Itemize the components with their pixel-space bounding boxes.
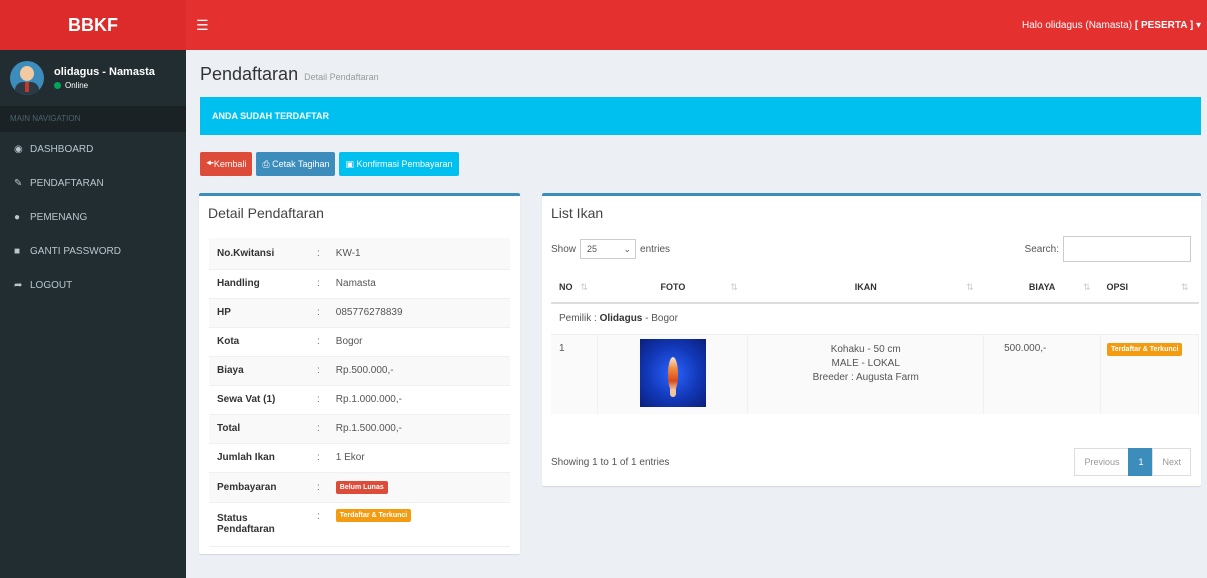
sort-icon: ⇅ (1082, 282, 1091, 292)
pagination-page-1[interactable]: 1 (1128, 448, 1154, 476)
navbar: ☰ Halo olidagus (Namasta) [ PESERTA ] ▾ (186, 0, 1207, 50)
fish-photo-cell (597, 334, 749, 414)
page-title: Pendaftaran (200, 64, 299, 84)
sort-icon: ⇅ (730, 282, 738, 292)
sidebar-item-ganti-password[interactable]: ■ GANTI PASSWORD (0, 234, 186, 268)
detail-box: Detail Pendaftaran No.Kwitansi : KW-1 Ha… (199, 193, 520, 554)
pagination-next[interactable]: Next (1152, 448, 1191, 476)
table-row: Jumlah Ikan : 1 Ekor (209, 443, 510, 473)
avatar (10, 61, 44, 95)
fish-info-cell: Kohaku - 50 cm MALE - LOKAL Breeder : Au… (747, 334, 985, 414)
table-row: Sewa Vat (1) : Rp.1.000.000,- (209, 385, 510, 415)
sort-icon: ⇅ (1180, 282, 1189, 292)
detail-table: No.Kwitansi : KW-1 Handling : Namasta HP… (209, 238, 510, 547)
detail-box-title: Detail Pendaftaran (208, 205, 324, 221)
back-button[interactable]: 🠜 Kembali (200, 152, 253, 176)
table-row: No.Kwitansi : KW-1 (209, 238, 510, 270)
table-row: 1 Kohaku - 50 cm MALE - LOKAL Breeder : … (551, 334, 1199, 414)
page-header: Pendaftaran Detail Pendaftaran (200, 64, 379, 85)
fish-status-badge: Terdaftar & Terkunci (1107, 342, 1183, 356)
fish-photo[interactable] (639, 338, 706, 407)
table-row: Biaya : Rp.500.000,- (209, 356, 510, 386)
top-header: BBKF ☰ Halo olidagus (Namasta) [ PESERTA… (0, 0, 1207, 50)
pagination: Previous 1 Next (1074, 448, 1191, 476)
search-control: Search: (1025, 236, 1191, 262)
user-role: [ PESERTA ] (1134, 19, 1194, 31)
table-row: Pembayaran : Belum Lunas (209, 472, 510, 503)
chevron-down-icon: ⌄ (623, 243, 632, 254)
table-row: HP : 085776278839 (209, 298, 510, 328)
app-logo[interactable]: BBKF (0, 0, 186, 50)
dashboard-icon: ◉ (14, 143, 23, 155)
main-content: Pendaftaran Detail Pendaftaran ANDA SUDA… (186, 50, 1207, 578)
online-status: Online (54, 81, 155, 90)
fish-list-box: List Ikan Show 25 ⌄ entries Search: NO ⇅ … (542, 193, 1201, 486)
showing-info: Showing 1 to 1 of 1 entries (551, 457, 670, 468)
sidebar-item-logout[interactable]: ➦ LOGOUT (0, 268, 186, 302)
sort-icon: ⇅ (580, 282, 588, 292)
share-icon: ➦ (14, 279, 23, 291)
sidebar-item-pendaftaran[interactable]: ✎ PENDAFTARAN (0, 166, 186, 200)
arrow-left-icon: 🠜 (206, 158, 214, 168)
sidebar-item-pemenang[interactable]: ● PEMENANG (0, 200, 186, 234)
sort-icon: ⇅ (966, 282, 974, 292)
column-header-opsi[interactable]: OPSI ⇅ (1100, 272, 1199, 304)
user-greeting: Halo olidagus (Namasta) (1022, 19, 1133, 31)
online-dot-icon (54, 82, 61, 89)
pagination-previous[interactable]: Previous (1074, 448, 1130, 476)
print-icon: ⎙ (262, 158, 273, 169)
money-icon: ▣ (345, 158, 357, 169)
confirm-payment-button[interactable]: ▣ Konfirmasi Pembayaran (339, 152, 459, 176)
edit-icon: ✎ (14, 177, 23, 189)
user-panel: olidagus - Namasta Online (0, 50, 186, 106)
entries-select[interactable]: 25 ⌄ (580, 239, 637, 259)
sidebar-user-name: olidagus - Namasta (54, 66, 155, 78)
lock-icon: ■ (14, 245, 21, 257)
registered-callout: ANDA SUDAH TERDAFTAR (200, 97, 1201, 135)
nav-header: MAIN NAVIGATION (0, 106, 186, 132)
sidebar: olidagus - Namasta Online MAIN NAVIGATIO… (0, 50, 186, 578)
table-row: Total : Rp.1.500.000,- (209, 414, 510, 444)
registration-status-badge: Terdaftar & Terkunci (335, 508, 412, 522)
column-header-ikan[interactable]: IKAN ⇅ (747, 272, 984, 304)
search-input[interactable] (1063, 236, 1191, 262)
payment-status-badge: Belum Lunas (335, 480, 388, 494)
menu-toggle-icon[interactable]: ☰ (196, 17, 216, 34)
entries-control: Show 25 ⌄ entries (551, 239, 670, 259)
owner-group-row: Pemilik : Olidagus - Bogor (551, 303, 1199, 335)
page-subtitle: Detail Pendaftaran (304, 72, 379, 82)
column-header-biaya[interactable]: BIAYA ⇅ (983, 272, 1101, 304)
column-header-foto[interactable]: FOTO ⇅ (597, 272, 748, 304)
action-buttons: 🠜 Kembali ⎙ Cetak Tagihan ▣ Konfirmasi P… (200, 152, 459, 176)
user-menu[interactable]: Halo olidagus (Namasta) [ PESERTA ] ▾ (1022, 20, 1207, 31)
print-invoice-button[interactable]: ⎙ Cetak Tagihan (256, 152, 336, 176)
column-header-no[interactable]: NO ⇅ (551, 272, 598, 304)
table-row: Handling : Namasta (209, 269, 510, 299)
table-row: Kota : Bogor (209, 327, 510, 357)
sidebar-item-dashboard[interactable]: ◉ DASHBOARD (0, 132, 186, 166)
fish-list-title: List Ikan (551, 205, 604, 221)
table-row: Status Pendaftaran : Terdaftar & Terkunc… (209, 502, 510, 547)
caret-down-icon: ▾ (1195, 19, 1201, 31)
fish-table: NO ⇅ FOTO ⇅ IKAN ⇅ BIAYA ⇅ OPSI ⇅ Pemilik : O… (551, 272, 1199, 414)
circle-icon: ● (14, 211, 21, 223)
